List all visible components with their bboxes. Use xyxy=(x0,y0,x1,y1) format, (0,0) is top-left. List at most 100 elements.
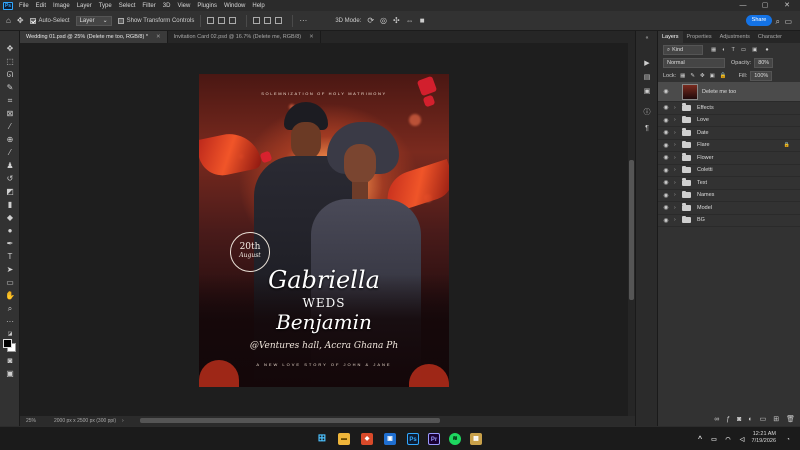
layer-name[interactable]: Names xyxy=(697,192,714,198)
expand-caret-icon[interactable]: › xyxy=(674,167,682,173)
brave-browser-icon[interactable]: ◆ xyxy=(361,433,373,445)
orbit-3d-icon[interactable]: ⟳ xyxy=(367,16,374,25)
photoshop-taskbar-icon[interactable]: Ps xyxy=(407,433,419,445)
align-right-icon[interactable] xyxy=(229,17,237,24)
document-info[interactable]: 2000 px x 2500 px (300 ppi) xyxy=(54,418,116,424)
menu-3d[interactable]: 3D xyxy=(163,3,171,9)
menu-window[interactable]: Window xyxy=(224,3,245,9)
expand-caret-icon[interactable]: › xyxy=(674,180,682,186)
expand-caret-icon[interactable]: › xyxy=(674,142,682,148)
expand-caret-icon[interactable]: › xyxy=(674,192,682,198)
opacity-input[interactable]: 80% xyxy=(754,57,774,68)
history-panel-icon[interactable]: ▶ xyxy=(642,59,652,68)
path-selection-tool-icon[interactable]: ➤ xyxy=(4,265,16,275)
collapse-arrows-icon[interactable]: « xyxy=(642,35,652,44)
lock-transparent-icon[interactable]: ▦ xyxy=(680,73,685,79)
layer-name[interactable]: Flare xyxy=(697,142,710,148)
maximize-button[interactable]: ▢ xyxy=(754,0,776,11)
crop-tool-icon[interactable]: ⌗ xyxy=(4,96,16,106)
menu-image[interactable]: Image xyxy=(53,3,70,9)
layer-name[interactable]: Flower xyxy=(697,155,714,161)
align-bottom-icon[interactable] xyxy=(275,17,283,24)
layer-name[interactable]: Coletti xyxy=(697,167,713,173)
blend-mode-dropdown[interactable]: Normal xyxy=(663,57,725,68)
more-options-icon[interactable]: ··· xyxy=(299,16,307,25)
type-tool-icon[interactable]: T xyxy=(4,252,16,262)
tab-invitation-card-02[interactable]: Invitation Card 02.psd @ 16.7% (Delete m… xyxy=(168,31,321,43)
add-mask-icon[interactable]: ◙ xyxy=(737,416,741,423)
expand-caret-icon[interactable]: › xyxy=(674,130,682,136)
show-transform-checkbox[interactable] xyxy=(117,17,124,24)
menu-select[interactable]: Select xyxy=(119,3,136,9)
photos-icon[interactable]: ▦ xyxy=(470,433,482,445)
layer-style-icon[interactable]: ƒ xyxy=(726,416,730,423)
comments-panel-icon[interactable]: ▣ xyxy=(642,87,652,96)
edit-toolbar-icon[interactable]: ··· xyxy=(4,317,16,327)
layer-name[interactable]: Date xyxy=(697,130,709,136)
default-colors-icon[interactable]: ◪ xyxy=(4,329,16,339)
menu-plugins[interactable]: Plugins xyxy=(197,3,217,9)
home-icon[interactable]: ⌂ xyxy=(6,16,11,25)
menu-file[interactable]: File xyxy=(19,3,29,9)
layer-name[interactable]: Text xyxy=(697,180,707,186)
rectangle-tool-icon[interactable]: ▭ xyxy=(4,278,16,288)
visibility-eye-icon[interactable]: ◉ xyxy=(658,142,674,149)
visibility-eye-icon[interactable]: ◉ xyxy=(658,179,674,186)
layer-row[interactable]: ◉ Delete me too xyxy=(658,82,800,102)
eyedropper-tool-icon[interactable]: ⁄ xyxy=(4,122,16,132)
align-top-icon[interactable] xyxy=(253,17,261,24)
tab-properties[interactable]: Properties xyxy=(683,31,716,43)
visibility-eye-icon[interactable]: ◉ xyxy=(658,204,674,211)
wifi-icon[interactable]: ◠ xyxy=(722,434,734,446)
menu-view[interactable]: View xyxy=(177,3,190,9)
menu-type[interactable]: Type xyxy=(99,3,112,9)
visibility-eye-icon[interactable]: ◉ xyxy=(658,192,674,199)
move-tool-icon[interactable]: ✥ xyxy=(17,16,24,25)
store-icon[interactable]: ▣ xyxy=(384,433,396,445)
layer-group-row[interactable]: ◉ › Names xyxy=(658,190,800,202)
start-icon[interactable]: ⊞ xyxy=(316,433,328,445)
pen-tool-icon[interactable]: ✒ xyxy=(4,239,16,249)
layer-group-row[interactable]: ◉ › BG xyxy=(658,215,800,227)
filter-toggle-icon[interactable]: ● xyxy=(765,47,768,53)
frame-tool-icon[interactable]: ⊠ xyxy=(4,109,16,119)
delete-layer-icon[interactable]: 🗑 xyxy=(786,415,795,423)
screen-mode-icon[interactable]: ▣ xyxy=(4,369,16,379)
auto-select-target-dropdown[interactable]: Layer ⌄ xyxy=(75,15,112,26)
blur-tool-icon[interactable]: ◆ xyxy=(4,213,16,223)
status-menu-icon[interactable]: › xyxy=(122,418,124,424)
expand-caret-icon[interactable]: › xyxy=(674,155,682,161)
lock-position-icon[interactable]: ✥ xyxy=(700,73,705,79)
align-left-icon[interactable] xyxy=(207,17,215,24)
layer-name[interactable]: Love xyxy=(697,117,709,123)
filter-pixel-icon[interactable]: ▦ xyxy=(711,47,716,53)
move-tool-icon[interactable]: ✥ xyxy=(4,44,16,54)
align-middle-icon[interactable] xyxy=(264,17,272,24)
menu-layer[interactable]: Layer xyxy=(77,3,92,9)
dodge-tool-icon[interactable]: ● xyxy=(4,226,16,236)
foreground-color-swatch[interactable] xyxy=(3,339,12,348)
pan-3d-icon[interactable]: ✣ xyxy=(393,16,400,25)
roll-3d-icon[interactable]: ◎ xyxy=(380,16,387,25)
filter-shape-icon[interactable]: ▭ xyxy=(741,47,746,53)
layer-name[interactable]: Model xyxy=(697,205,712,211)
visibility-eye-icon[interactable]: ◉ xyxy=(658,154,674,161)
filter-adjustment-icon[interactable]: ◐ xyxy=(722,47,725,53)
layer-group-row[interactable]: ◉ › Flower xyxy=(658,152,800,165)
lasso-tool-icon[interactable]: ᘏ xyxy=(4,70,16,80)
layer-group-row[interactable]: ◉ › Flare 🔒 xyxy=(658,140,800,152)
minimize-button[interactable]: — xyxy=(732,0,754,11)
volume-icon[interactable]: ◁ xyxy=(736,434,748,446)
libraries-panel-icon[interactable]: ▤ xyxy=(642,73,652,82)
visibility-eye-icon[interactable]: ◉ xyxy=(658,104,674,111)
layer-name[interactable]: BG xyxy=(697,217,705,223)
layer-name[interactable]: Delete me too xyxy=(702,89,736,95)
tab-wedding-01[interactable]: Wedding 01.psd @ 25% (Delete me too, RGB… xyxy=(20,31,168,43)
new-group-icon[interactable]: ▭ xyxy=(760,415,767,423)
align-center-icon[interactable] xyxy=(218,17,226,24)
share-button[interactable]: Share xyxy=(746,15,772,26)
layer-group-row[interactable]: ◉ › Date xyxy=(658,127,800,140)
workspace-icon[interactable]: ▭ xyxy=(784,17,792,26)
filter-kind-dropdown[interactable]: ⌕ Kind xyxy=(663,44,703,55)
eraser-tool-icon[interactable]: ◩ xyxy=(4,187,16,197)
